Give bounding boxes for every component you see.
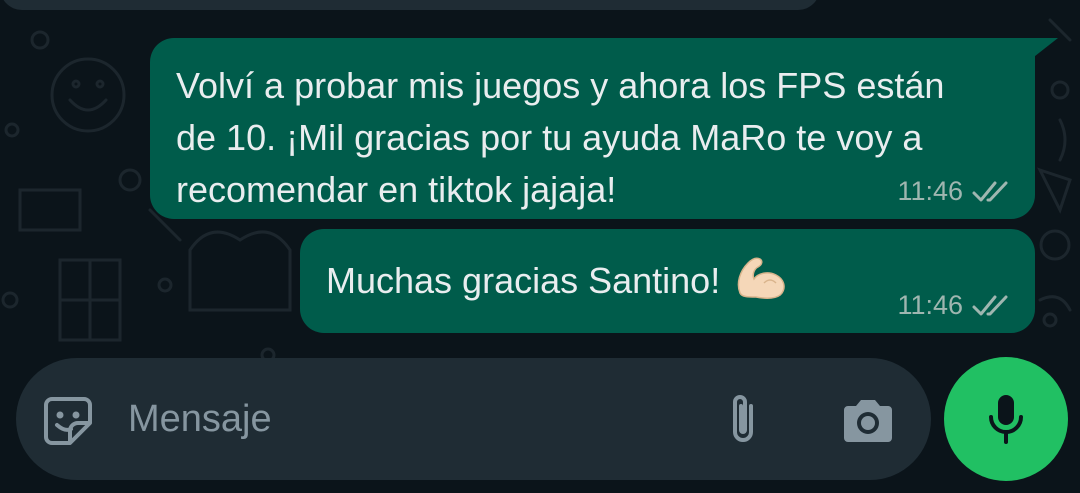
chat-screen: Volví a probar mis juegos y ahora los FP… bbox=[0, 0, 1080, 493]
double-check-icon bbox=[972, 181, 1008, 201]
message-time: 11:46 bbox=[897, 176, 963, 206]
message-text: Volví a probar mis juegos y ahora los FP… bbox=[176, 65, 945, 210]
message-text-2: Muchas gracias Santino! bbox=[326, 253, 886, 315]
camera-icon[interactable] bbox=[840, 396, 896, 444]
message-composer[interactable]: Mensaje bbox=[16, 358, 931, 480]
message-input[interactable]: Mensaje bbox=[128, 398, 272, 441]
previous-message-bubble bbox=[0, 0, 820, 10]
double-check-icon bbox=[972, 295, 1008, 315]
message-time: 11:46 bbox=[897, 290, 963, 320]
outgoing-message-2[interactable]: Muchas gracias Santino! 11:46 bbox=[300, 229, 1035, 333]
microphone-icon bbox=[989, 395, 1023, 444]
outgoing-message-1[interactable]: Volví a probar mis juegos y ahora los FP… bbox=[150, 38, 1035, 219]
message-meta: 11:46 bbox=[897, 290, 1013, 321]
paperclip-icon[interactable] bbox=[721, 392, 765, 448]
sticker-emoji-icon[interactable] bbox=[42, 395, 94, 447]
bubble-tail bbox=[1030, 38, 1058, 60]
message-text: Muchas gracias Santino! bbox=[326, 260, 721, 301]
microphone-button[interactable] bbox=[944, 357, 1068, 481]
flexed-biceps-emoji bbox=[734, 253, 788, 315]
message-meta: 11:46 bbox=[897, 176, 1013, 207]
